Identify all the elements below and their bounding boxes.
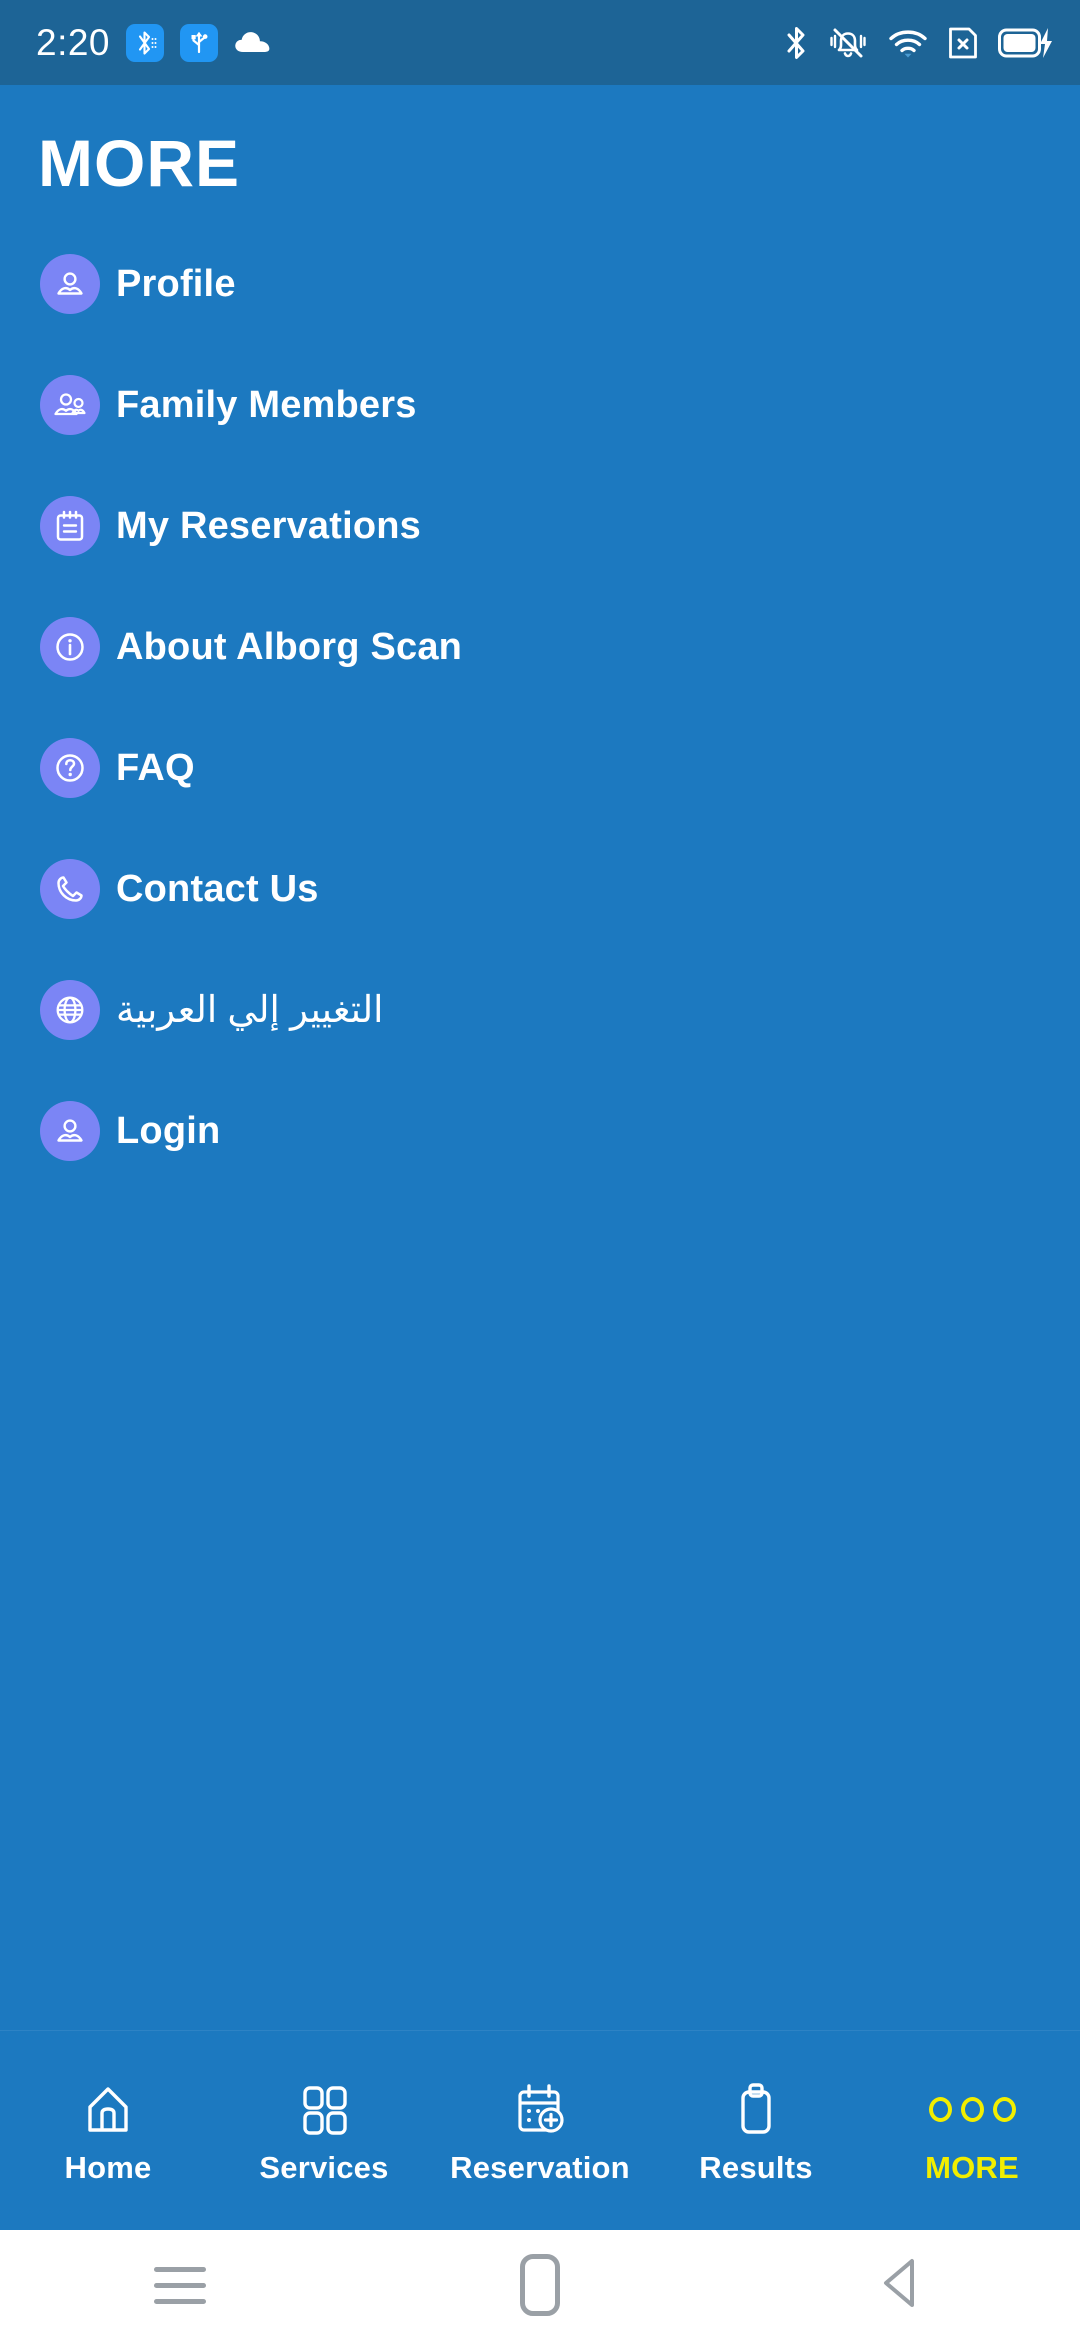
three-dots-icon (928, 2078, 1016, 2140)
recents-icon (154, 2266, 206, 2304)
page-title: MORE (38, 126, 240, 200)
info-circle-icon (40, 616, 100, 677)
tab-label: MORE (925, 2150, 1019, 2185)
menu-item-profile[interactable]: Profile (0, 242, 1080, 326)
sim-card-missing-icon (948, 26, 978, 60)
tab-more[interactable]: MORE (864, 2031, 1080, 2230)
menu-item-contact-us[interactable]: Contact Us (0, 847, 1080, 931)
home-button[interactable] (360, 2230, 720, 2340)
person-icon (40, 253, 100, 314)
wifi-icon (888, 27, 928, 59)
menu-item-label: Contact Us (116, 867, 319, 910)
tab-results[interactable]: Results (648, 2031, 864, 2230)
battery-charging-icon (998, 26, 1054, 60)
clipboard-icon (733, 2078, 779, 2140)
bluetooth-chip-icon (126, 23, 165, 62)
grid-squares-icon (297, 2078, 351, 2140)
android-system-navigation-bar (0, 2230, 1080, 2340)
tab-home[interactable]: Home (0, 2031, 216, 2230)
menu-item-label: About Alborg Scan (116, 625, 463, 668)
house-icon (79, 2078, 137, 2140)
menu-item-label: FAQ (116, 746, 195, 789)
menu-item-label: Family Members (116, 383, 417, 426)
menu-item-family-members[interactable]: Family Members (0, 363, 1080, 447)
menu-item-my-reservations[interactable]: My Reservations (0, 484, 1080, 568)
tab-services[interactable]: Services (216, 2031, 432, 2230)
menu-item-login[interactable]: Login (0, 1089, 1080, 1173)
more-menu-list: Profile Family Members My Reservations A… (0, 242, 1080, 1173)
menu-item-label: Profile (116, 262, 236, 305)
tab-reservation[interactable]: Reservation (432, 2031, 648, 2230)
back-button[interactable] (720, 2230, 1080, 2340)
back-icon (876, 2255, 924, 2316)
globe-icon (40, 979, 100, 1040)
home-icon (520, 2254, 560, 2316)
menu-item-label: My Reservations (116, 504, 422, 547)
phone-icon (40, 858, 100, 919)
menu-item-label: Login (116, 1109, 221, 1152)
tab-label: Home (64, 2150, 152, 2185)
recents-button[interactable] (0, 2230, 360, 2340)
tab-label: Services (259, 2150, 389, 2185)
cloud-icon (234, 29, 272, 56)
calendar-plus-icon (511, 2078, 569, 2140)
usb-chip-icon (180, 23, 219, 62)
status-bar: 2:20 (0, 0, 1080, 85)
tab-label: Results (699, 2150, 813, 2185)
question-circle-icon (40, 737, 100, 798)
bluetooth-icon (785, 25, 808, 61)
status-bar-left: 2:20 (36, 22, 272, 63)
notepad-icon (40, 495, 100, 556)
status-time: 2:20 (36, 22, 111, 63)
menu-item-change-language[interactable]: التغيير إلي العربية (0, 968, 1080, 1052)
status-bar-right (785, 25, 1054, 61)
tab-label: Reservation (450, 2150, 630, 2185)
people-group-icon (40, 374, 100, 435)
menu-item-about[interactable]: About Alborg Scan (0, 605, 1080, 689)
three-dots-glyph (928, 2096, 1016, 2122)
main-content: MORE Profile Family Members My Reservati… (0, 85, 1080, 2030)
ringer-silent-icon (828, 25, 868, 61)
bottom-navigation-bar: Home Services Reservation Results MORE (0, 2030, 1080, 2230)
menu-item-label: التغيير إلي العربية (116, 989, 384, 1031)
person-icon (40, 1100, 100, 1161)
menu-item-faq[interactable]: FAQ (0, 726, 1080, 810)
